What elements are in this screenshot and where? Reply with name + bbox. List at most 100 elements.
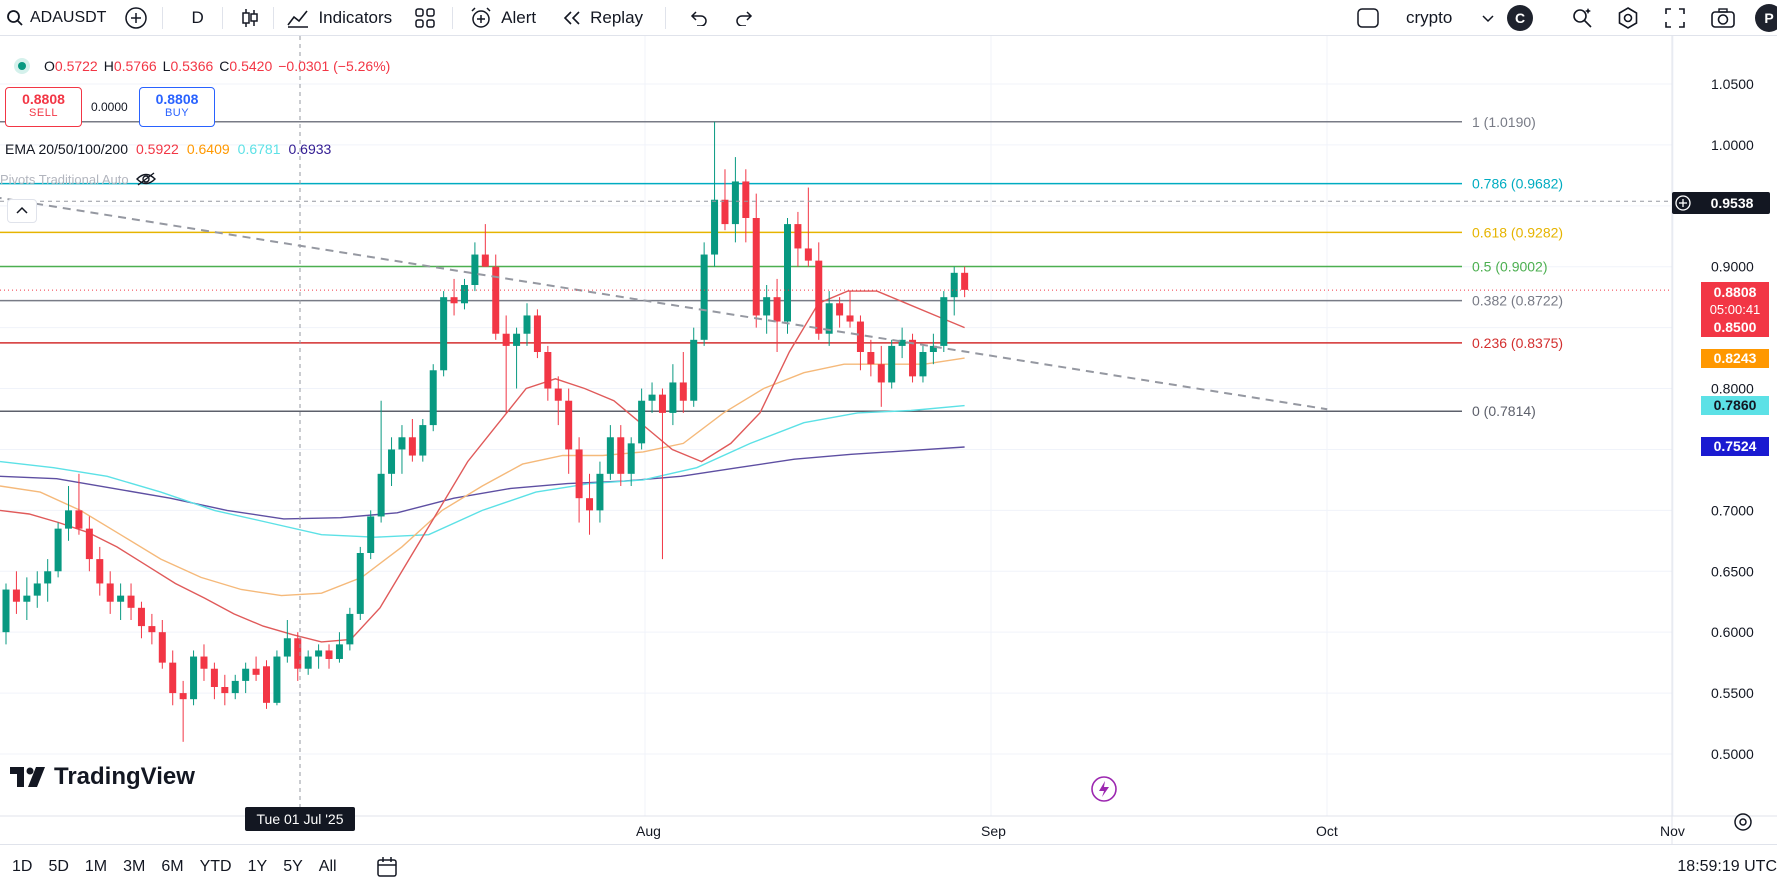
- candle-body: [846, 315, 854, 322]
- candle: [565, 388, 573, 474]
- candle: [669, 364, 677, 426]
- tradingview-logo[interactable]: TradingView: [10, 763, 195, 791]
- account-avatar[interactable]: C: [1507, 0, 1533, 36]
- compare-button[interactable]: [124, 0, 148, 36]
- undo-button[interactable]: [688, 0, 708, 36]
- candle: [398, 425, 406, 474]
- interval-button[interactable]: D: [191, 0, 209, 36]
- timeframe-1m[interactable]: 1M: [77, 858, 115, 876]
- collapse-legend-button[interactable]: [7, 199, 37, 223]
- fib-label: 0.236 (0.8375): [1472, 335, 1563, 351]
- candle: [54, 522, 62, 578]
- timeframe-3m[interactable]: 3M: [115, 858, 153, 876]
- templates-button[interactable]: [414, 0, 436, 36]
- search-icon: [6, 9, 24, 27]
- timeframe-5d[interactable]: 5D: [40, 858, 76, 876]
- price-chart[interactable]: 1 (1.0190) 0.786 (0.9682) 0.618 (0.9282) 0.…: [0, 36, 1777, 844]
- candle: [627, 437, 635, 486]
- undo-icon: [690, 10, 707, 26]
- candle-body: [627, 443, 635, 474]
- indicators-button[interactable]: Indicators: [286, 0, 392, 36]
- settings-button[interactable]: [1616, 0, 1640, 36]
- timeframe-1y[interactable]: 1Y: [240, 858, 276, 876]
- last-price: 0.8808: [1713, 284, 1757, 300]
- candle-body: [252, 668, 260, 675]
- sell-button[interactable]: 0.8808 SELL: [5, 87, 82, 127]
- candle: [711, 121, 719, 267]
- candle: [210, 662, 218, 700]
- candle-body: [117, 595, 125, 602]
- pivots-legend[interactable]: Pivots Traditional Auto: [0, 171, 157, 187]
- price-tick: 0.8000: [1711, 381, 1754, 397]
- ema-legend[interactable]: EMA 20/50/100/200 0.5922 0.6409 0.6781 0…: [5, 141, 331, 157]
- timeframe-1d[interactable]: 1D: [4, 858, 40, 876]
- candle-body: [190, 656, 198, 700]
- alert-button[interactable]: Alert: [469, 0, 536, 36]
- fib-label: 1 (1.0190): [1472, 114, 1536, 130]
- candle-body: [523, 315, 531, 334]
- separator: [665, 6, 667, 29]
- candle-body: [617, 437, 625, 474]
- candle: [492, 254, 500, 340]
- candle: [575, 437, 583, 523]
- axis-settings-icon-center: [1739, 818, 1747, 826]
- eye-off-icon[interactable]: [135, 171, 157, 187]
- candle: [231, 674, 239, 700]
- ema100-value: 0.6781: [237, 141, 281, 157]
- redo-icon: [736, 10, 753, 26]
- layout-menu[interactable]: [1482, 0, 1494, 36]
- timeframe-6m[interactable]: 6M: [153, 858, 191, 876]
- candle: [502, 315, 510, 413]
- quick-search-button[interactable]: [1570, 0, 1594, 36]
- candle-body: [137, 607, 145, 627]
- candle: [721, 169, 729, 231]
- layout-name[interactable]: crypto: [1406, 0, 1452, 36]
- candle-body: [2, 589, 10, 633]
- candle-body: [12, 589, 20, 602]
- candle-body: [773, 297, 781, 322]
- candle: [804, 187, 812, 267]
- symbol-search[interactable]: ADAUSDT: [6, 0, 106, 36]
- candle: [96, 546, 104, 596]
- candle: [429, 364, 437, 432]
- candle-body: [231, 680, 239, 694]
- snapshot-button[interactable]: [1710, 0, 1736, 36]
- timeframe-all[interactable]: All: [311, 858, 345, 876]
- crosshair-price-tag: 0.9538: [1672, 192, 1770, 214]
- lightning-icon[interactable]: [1090, 775, 1118, 808]
- separator: [222, 6, 224, 29]
- candle: [23, 577, 31, 620]
- chart-area[interactable]: 1 (1.0190) 0.786 (0.9682) 0.618 (0.9282) 0.…: [0, 36, 1777, 844]
- ema-price-tag: 0.8243: [1701, 348, 1769, 368]
- fullscreen-button[interactable]: [1664, 0, 1686, 36]
- candle: [679, 352, 687, 413]
- replay-button[interactable]: Replay: [562, 0, 643, 36]
- candle: [440, 291, 448, 377]
- candle-body: [794, 224, 802, 249]
- candle-body: [460, 285, 468, 304]
- redo-button[interactable]: [735, 0, 755, 36]
- clock-utc[interactable]: 18:59:19 UTC: [1677, 858, 1777, 876]
- timeframe-5y[interactable]: 5Y: [275, 858, 311, 876]
- timeframe-ytd[interactable]: YTD: [192, 858, 240, 876]
- candle-body: [23, 595, 31, 602]
- candle: [65, 486, 73, 541]
- candle: [856, 315, 864, 371]
- candle: [784, 218, 791, 334]
- candle-body: [283, 638, 291, 657]
- chevron-up-icon: [16, 206, 28, 214]
- candle-body: [554, 388, 562, 401]
- buy-button[interactable]: 0.8808 BUY: [139, 87, 215, 127]
- ema20-line: [0, 290, 965, 643]
- plus-circle-icon[interactable]: [1672, 195, 1694, 211]
- profile-button[interactable]: P: [1755, 0, 1777, 36]
- candle-body: [721, 199, 729, 225]
- time-tick: Sep: [981, 823, 1006, 839]
- date-range-button[interactable]: [375, 855, 399, 879]
- change-value: −0.0301 (−5.26%): [278, 58, 391, 74]
- layout-button[interactable]: [1356, 0, 1380, 36]
- candle-body: [836, 303, 844, 316]
- chart-type-button[interactable]: [239, 0, 261, 36]
- candle: [179, 680, 187, 742]
- candle: [929, 333, 937, 365]
